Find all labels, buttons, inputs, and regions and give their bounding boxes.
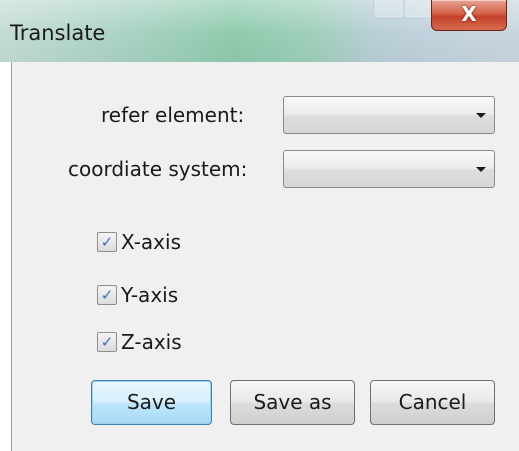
close-button[interactable]: X [431,0,507,31]
save-as-button[interactable]: Save as [230,380,355,425]
refer-element-label: refer element: [101,103,245,127]
close-icon: X [461,2,477,26]
title-bar[interactable]: Translate X [0,0,519,62]
minimize-button[interactable] [373,0,405,19]
translate-dialog: Translate X refer element: coordiate sys… [0,0,519,451]
chevron-down-icon [476,167,486,172]
checkmark-icon: ✓ [100,233,114,251]
z-axis-checkbox[interactable]: ✓ [97,332,117,352]
x-axis-checkbox[interactable]: ✓ [97,232,117,252]
x-axis-label: X-axis [121,230,181,254]
coordinate-system-dropdown[interactable] [283,150,495,188]
refer-element-dropdown[interactable] [283,96,495,134]
coordinate-system-label: coordiate system: [68,157,248,181]
checkmark-icon: ✓ [100,286,114,304]
checkmark-icon: ✓ [100,333,114,351]
cancel-button[interactable]: Cancel [370,380,495,425]
chevron-down-icon [476,113,486,118]
y-axis-checkbox[interactable]: ✓ [97,285,117,305]
z-axis-label: Z-axis [121,330,182,354]
y-axis-label: Y-axis [121,283,179,307]
save-button[interactable]: Save [91,380,212,425]
window-title: Translate [10,21,106,45]
